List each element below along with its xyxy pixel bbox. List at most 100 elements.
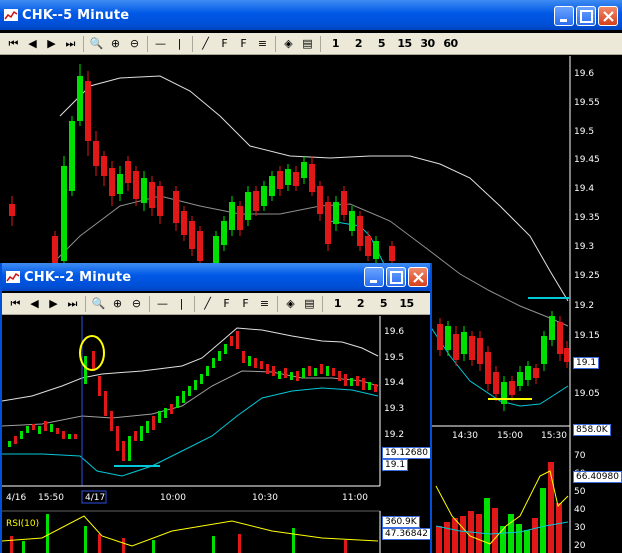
inner-price-chart[interactable]: 19.6 19.5 19.4 19.3 19.2 4/16 15:50 4/17… — [2, 316, 430, 553]
price-tick: 19.6 — [384, 327, 404, 337]
inner-rsi-line — [2, 515, 379, 547]
interval-1-button[interactable]: 1 — [324, 35, 347, 53]
price-tick: 19.2 — [574, 301, 594, 311]
price-tick: 19.15 — [574, 331, 600, 341]
toolbar-separator — [277, 295, 278, 312]
skip-last-icon[interactable]: ⏭ — [61, 35, 80, 53]
candle — [52, 236, 58, 266]
chart-app-icon — [4, 9, 18, 21]
price-tick: 19.2 — [384, 430, 404, 440]
rsi-tick: 40 — [574, 505, 586, 515]
candle — [77, 76, 83, 121]
zoom-in-icon[interactable]: ⊕ — [106, 35, 125, 53]
rsi-tick: 70 — [574, 451, 586, 461]
candle — [493, 372, 499, 394]
candle — [181, 211, 187, 235]
time-tick: 11:00 — [342, 493, 368, 503]
color-palette-icon[interactable]: ◈ — [279, 35, 298, 53]
candle — [525, 366, 531, 380]
candle — [389, 246, 395, 261]
time-tick: 10:30 — [252, 493, 278, 503]
skip-first-icon[interactable]: ⏮ — [6, 295, 25, 313]
candle — [109, 168, 115, 196]
fibonacci-extension-icon[interactable]: F — [236, 295, 255, 313]
interval-15-button[interactable]: 15 — [395, 295, 418, 313]
zoom-in-icon[interactable]: ⊕ — [108, 295, 127, 313]
inner-price-axis: 19.6 19.5 19.4 19.3 19.2 — [384, 327, 404, 440]
maximize-icon — [390, 271, 403, 284]
minimize-button[interactable] — [364, 267, 384, 287]
candle — [269, 176, 275, 196]
candle — [253, 191, 259, 211]
horizontal-line-icon[interactable]: — — [151, 35, 170, 53]
price-tick: 19.4 — [574, 184, 594, 194]
toolbar-separator — [320, 35, 321, 52]
skip-first-icon[interactable]: ⏮ — [4, 35, 23, 53]
fibonacci-retracement-icon[interactable]: ≡ — [253, 35, 272, 53]
interval-5-button[interactable]: 5 — [370, 35, 393, 53]
main-title-bar[interactable]: CHK--5 Minute — [0, 0, 622, 30]
vertical-line-icon[interactable]: | — [170, 35, 189, 53]
candle — [229, 202, 235, 230]
candle — [373, 241, 379, 259]
inner-window-title: CHK--2 Minute — [24, 269, 132, 285]
candle — [365, 236, 371, 256]
interval-2-button[interactable]: 2 — [347, 35, 370, 53]
toolbar-separator — [85, 295, 86, 312]
candle — [501, 382, 507, 404]
interval-1-button[interactable]: 1 — [326, 295, 349, 313]
zoom-out-icon[interactable]: ⊖ — [127, 295, 146, 313]
inner-chart-svg: 19.6 19.5 19.4 19.3 19.2 4/16 15:50 4/17… — [2, 316, 404, 553]
candle — [357, 216, 363, 246]
prev-icon[interactable]: ◀ — [25, 295, 44, 313]
color-palette-icon[interactable]: ◈ — [281, 295, 300, 313]
toolbar-separator — [275, 35, 276, 52]
candle — [301, 162, 307, 178]
properties-icon[interactable]: ▤ — [298, 35, 317, 53]
fibonacci-fan-icon[interactable]: F — [215, 35, 234, 53]
zoom-out-icon[interactable]: ⊖ — [125, 35, 144, 53]
vertical-line-icon[interactable]: | — [172, 295, 191, 313]
inner-title-bar[interactable]: CHK--2 Minute — [2, 263, 430, 291]
skip-last-icon[interactable]: ⏭ — [63, 295, 82, 313]
interval-60-button[interactable]: 60 — [439, 35, 462, 53]
price-tick: 19.55 — [574, 98, 600, 108]
chart-app-icon — [6, 271, 20, 283]
maximize-button[interactable] — [576, 6, 596, 26]
interval-15-button[interactable]: 15 — [393, 35, 416, 53]
toolbar-separator — [322, 295, 323, 312]
zoom-icon[interactable]: 🔍 — [89, 295, 108, 313]
next-icon[interactable]: ▶ — [44, 295, 63, 313]
time-tick: 4/17 — [85, 493, 105, 503]
candle — [189, 221, 195, 249]
trendline-icon[interactable]: ╱ — [198, 295, 217, 313]
candle — [517, 372, 523, 386]
interval-5-button[interactable]: 5 — [372, 295, 395, 313]
close-button[interactable] — [598, 6, 618, 26]
inner-rsi-tag: 47.36842 — [382, 528, 430, 540]
prev-icon[interactable]: ◀ — [23, 35, 42, 53]
fibonacci-extension-icon[interactable]: F — [234, 35, 253, 53]
main-volume-bars — [436, 462, 562, 553]
maximize-button[interactable] — [386, 267, 406, 287]
price-tick: 19.5 — [574, 127, 594, 137]
toolbar-separator — [192, 35, 193, 52]
interval-30-button[interactable]: 30 — [416, 35, 439, 53]
next-icon[interactable]: ▶ — [42, 35, 61, 53]
close-icon — [603, 11, 614, 22]
candle — [317, 186, 323, 214]
properties-icon[interactable]: ▤ — [300, 295, 319, 313]
fibonacci-retracement-icon[interactable]: ≡ — [255, 295, 274, 313]
candle — [101, 156, 107, 176]
horizontal-line-icon[interactable]: — — [153, 295, 172, 313]
time-tick: 15:30 — [541, 431, 567, 441]
trendline-icon[interactable]: ╱ — [196, 35, 215, 53]
fibonacci-fan-icon[interactable]: F — [217, 295, 236, 313]
minimize-button[interactable] — [554, 6, 574, 26]
close-button[interactable] — [408, 267, 428, 287]
candle — [461, 332, 467, 354]
last-price-tag: 19.1 — [573, 357, 600, 369]
price-tick: 19.45 — [574, 155, 600, 165]
interval-2-button[interactable]: 2 — [349, 295, 372, 313]
zoom-icon[interactable]: 🔍 — [87, 35, 106, 53]
